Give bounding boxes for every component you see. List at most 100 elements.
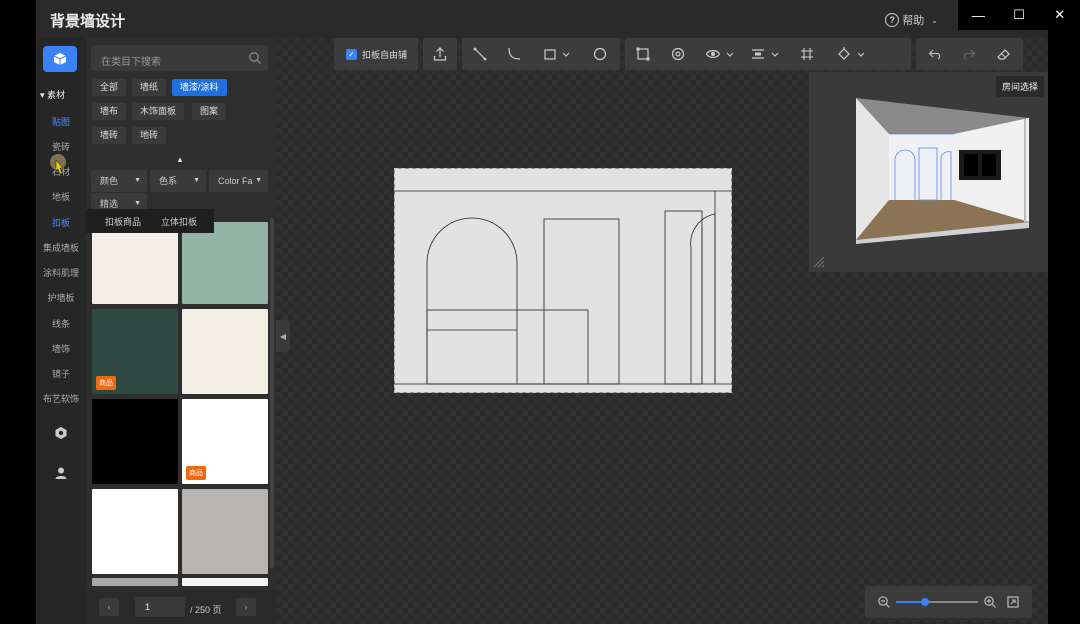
material-swatch[interactable] <box>92 222 178 304</box>
tag-wallpaper[interactable]: 墙纸 <box>132 79 167 96</box>
tag-floor-tile[interactable]: 地砖 <box>132 127 167 144</box>
upload-icon[interactable] <box>432 46 448 62</box>
zoom-control <box>865 586 1032 618</box>
title-bar: 背景墙设计 ? 帮助 ⌄ <box>36 0 1048 38</box>
rail-item-floor[interactable]: 地板 <box>36 190 86 203</box>
chevron-down-icon: ⌄ <box>931 15 938 25</box>
tag-all[interactable]: 全部 <box>92 79 127 96</box>
grid-icon[interactable] <box>799 46 815 62</box>
product-badge: 商品 <box>96 376 116 390</box>
chevron-down-icon: ▼ <box>255 170 262 192</box>
material-swatch[interactable] <box>182 222 268 304</box>
chevron-down-icon[interactable] <box>722 46 734 62</box>
rectangle-tool-icon[interactable] <box>542 46 558 62</box>
material-panel: 在类目下搜索 全部 墙纸 墙漆/涂料 墙布 木饰面板 图案 墙砖 地砖 ▲ 颜色… <box>86 38 276 624</box>
rail-item-integrated-wall[interactable]: 集成墙板 <box>36 241 86 254</box>
room-preview[interactable]: 房间选择 <box>809 72 1048 272</box>
toolbar-group-draw <box>462 38 620 70</box>
chevron-down-icon[interactable] <box>767 46 779 62</box>
filter-color-label: 颜色 <box>100 176 119 186</box>
filter-color-family[interactable]: 色系 ▼ <box>150 170 206 192</box>
tag-wall-paint[interactable]: 墙漆/涂料 <box>172 79 227 96</box>
tag-wall-tile[interactable]: 墙砖 <box>92 127 127 144</box>
minimize-button[interactable]: — <box>958 0 999 30</box>
eraser-icon[interactable] <box>996 46 1012 62</box>
subcategory-3d-panel[interactable]: 立体扣板 <box>161 215 197 228</box>
filter-featured-label: 精选 <box>100 199 119 209</box>
collapse-panel-icon[interactable]: ◀ <box>276 320 290 352</box>
maximize-button[interactable]: ☐ <box>999 0 1040 30</box>
fit-view-icon[interactable] <box>1006 595 1020 609</box>
chevron-down-icon: ▼ <box>134 177 141 184</box>
circle-tool-icon[interactable] <box>592 46 608 62</box>
material-swatch[interactable] <box>182 489 268 574</box>
chevron-down-icon[interactable] <box>558 46 570 62</box>
chevron-down-icon: ▼ <box>193 177 200 184</box>
cursor-pointer-icon <box>50 154 66 175</box>
zoom-out-icon[interactable] <box>877 595 891 609</box>
help-menu[interactable]: ? 帮助 ⌄ <box>885 12 938 28</box>
checkbox-icon[interactable]: ✓ <box>346 48 357 60</box>
material-cube-icon[interactable] <box>43 46 77 72</box>
close-button[interactable]: ✕ <box>1039 0 1080 30</box>
app-window: 背景墙设计 ? 帮助 ⌄ ▾ 素材 贴图 瓷砖 石材 地板 扣板 集成墙板 涂料… <box>36 0 1048 624</box>
tag-wood-veneer[interactable]: 木饰面板 <box>132 103 185 120</box>
resize-grip-icon[interactable] <box>813 256 825 268</box>
rail-section-material[interactable]: ▾ 素材 <box>40 88 65 101</box>
prev-page-button[interactable]: ‹ <box>99 598 119 616</box>
subcategory-panel-products[interactable]: 扣板商品 <box>105 215 141 228</box>
rail-item-paint-texture[interactable]: 涂料肌理 <box>36 266 86 279</box>
align-icon[interactable] <box>750 46 766 62</box>
material-swatch[interactable] <box>92 399 178 484</box>
hexagon-icon[interactable] <box>54 426 68 440</box>
locate-icon[interactable] <box>670 46 686 62</box>
wall-drawing[interactable] <box>394 168 732 393</box>
chevron-down-icon[interactable] <box>853 46 865 62</box>
search-placeholder: 在类目下搜索 <box>101 57 161 68</box>
pagination: ‹ 1 / 250 页 › <box>86 590 276 624</box>
rail-item-wainscot[interactable]: 护墙板 <box>36 291 86 304</box>
arc-tool-icon[interactable] <box>506 46 522 62</box>
material-swatch[interactable]: 商品 <box>92 309 178 394</box>
rail-item-panel[interactable]: 扣板 <box>36 216 86 229</box>
filter-color-fan-label: Color Fa <box>218 176 253 186</box>
next-page-button[interactable]: › <box>236 598 256 616</box>
zoom-slider-handle[interactable] <box>921 598 929 606</box>
material-swatch[interactable] <box>182 309 268 394</box>
undo-icon[interactable] <box>927 46 943 62</box>
search-icon[interactable] <box>248 51 262 65</box>
frame-select-icon[interactable] <box>635 46 651 62</box>
paint-bucket-icon[interactable] <box>836 46 852 62</box>
page-number-input[interactable]: 1 <box>135 597 185 617</box>
free-paving-toggle[interactable]: ✓ 扣板自由铺 <box>334 38 418 70</box>
panel-subcategory-popup: 扣板商品 立体扣板 <box>86 209 214 233</box>
redo-icon[interactable] <box>961 46 977 62</box>
help-label: 帮助 <box>902 15 925 27</box>
rail-item-fabric[interactable]: 布艺软饰 <box>36 392 86 405</box>
collapse-tags-icon[interactable]: ▲ <box>176 155 184 164</box>
zoom-in-icon[interactable] <box>983 595 997 609</box>
rail-item-molding[interactable]: 线条 <box>36 317 86 330</box>
rail-item-tile[interactable]: 瓷砖 <box>36 140 86 153</box>
panel-scrollbar[interactable] <box>270 218 274 568</box>
toolbar-group-upload <box>423 38 457 70</box>
eye-icon[interactable] <box>705 46 721 62</box>
rail-item-wall-decor[interactable]: 墙饰 <box>36 342 86 355</box>
category-rail: ▾ 素材 贴图 瓷砖 石材 地板 扣板 集成墙板 涂料肌理 护墙板 线条 墙饰 … <box>36 38 86 624</box>
page-total: / 250 页 <box>190 605 222 615</box>
search-input[interactable]: 在类目下搜索 <box>91 45 268 71</box>
material-swatch[interactable] <box>92 578 178 586</box>
filter-color-fan[interactable]: Color Fa ▼ <box>209 170 268 192</box>
user-icon[interactable] <box>54 466 68 480</box>
material-swatch[interactable] <box>182 578 268 586</box>
material-swatch[interactable]: 商品 <box>182 399 268 484</box>
zoom-slider[interactable] <box>896 598 978 606</box>
rail-item-mirror[interactable]: 镜子 <box>36 367 86 380</box>
tag-wall-cloth[interactable]: 墙布 <box>92 103 127 120</box>
room-3d-render <box>856 98 1029 244</box>
rail-item-texture[interactable]: 贴图 <box>36 115 86 128</box>
filter-color[interactable]: 颜色 ▼ <box>91 170 147 192</box>
line-tool-icon[interactable] <box>472 46 488 62</box>
material-swatch[interactable] <box>92 489 178 574</box>
tag-pattern[interactable]: 图案 <box>192 103 227 120</box>
